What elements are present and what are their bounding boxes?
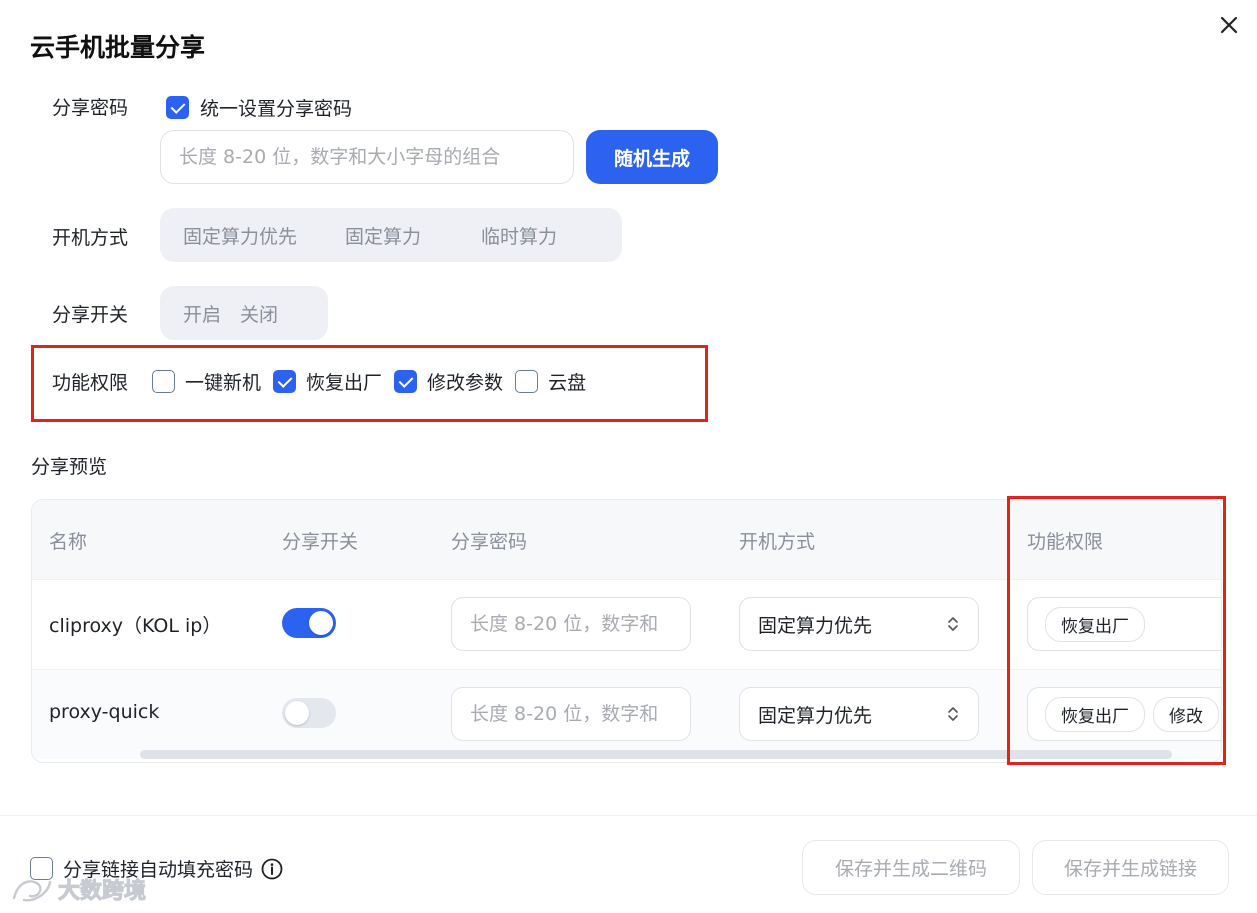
watermark: 大数跨境 [8,872,147,906]
row-name: cliproxy（KOL ip） [49,615,222,637]
random-generate-button[interactable]: 随机生成 [586,130,718,184]
unify-password-label: 统一设置分享密码 [200,98,353,120]
boot-mode-label: 开机方式 [52,227,129,249]
watermark-text: 大数跨境 [57,879,147,905]
permission-option-modify-params[interactable]: 修改参数 [394,368,503,395]
permission-option-label: 修改参数 [427,372,504,394]
watermark-logo-icon [12,880,52,902]
row-boot-mode-value: 固定算力优先 [758,704,873,727]
chevron-up-down-icon [948,707,958,721]
boot-mode-option[interactable]: 固定算力 [314,222,438,249]
permission-option-label: 云盘 [548,372,587,394]
boot-mode-segmented: 固定算力优先 固定算力 临时算力 [160,208,622,262]
save-generate-link-button[interactable]: 保存并生成链接 [1032,840,1229,895]
row-boot-mode-select[interactable]: 固定算力优先 [739,597,979,651]
share-toggle[interactable] [282,698,336,728]
footer-divider [0,815,1257,816]
permission-option-label: 一键新机 [185,372,262,394]
permission-checkbox[interactable] [273,370,297,393]
password-label: 分享密码 [52,97,129,119]
share-switch-option[interactable]: 开启 [166,300,238,327]
column-header-password: 分享密码 [451,531,528,553]
share-toggle[interactable] [282,608,336,638]
share-switch-option[interactable]: 关闭 [238,300,295,327]
permission-option-cloud-disk[interactable]: 云盘 [515,368,586,395]
unify-password-checkbox[interactable] [166,96,189,119]
close-button[interactable] [1216,12,1242,38]
unify-password-option[interactable]: 统一设置分享密码 [166,94,352,121]
column-header-share-switch: 分享开关 [282,531,359,553]
chevron-up-down-icon [948,617,958,631]
permission-checkbox[interactable] [515,370,539,393]
permissions-label: 功能权限 [52,372,129,394]
permission-option-factory-reset[interactable]: 恢复出厂 [273,368,382,395]
row-boot-mode-value: 固定算力优先 [758,614,873,637]
row-boot-mode-select[interactable]: 固定算力优先 [739,687,979,741]
row-name: proxy-quick [49,701,160,723]
permission-checkbox[interactable] [152,370,176,393]
preview-title: 分享预览 [31,456,108,478]
column-header-boot-mode: 开机方式 [739,531,816,553]
password-input[interactable] [160,130,574,184]
permissions-column-highlight-box [1007,496,1226,765]
permission-checkbox[interactable] [394,370,418,393]
permission-option-label: 恢复出厂 [306,372,383,394]
dialog-title: 云手机批量分享 [30,33,206,62]
column-header-name: 名称 [49,531,88,553]
share-switch-segmented: 开启 关闭 [160,286,328,340]
save-generate-qr-button[interactable]: 保存并生成二维码 [802,840,1020,895]
permission-option-new-device[interactable]: 一键新机 [152,368,261,395]
permissions-row: 功能权限 一键新机 恢复出厂 修改参数 云盘 [52,368,598,395]
boot-mode-option[interactable]: 固定算力优先 [166,222,314,249]
row-password-input[interactable] [451,597,691,651]
boot-mode-option[interactable]: 临时算力 [438,222,574,249]
row-password-input[interactable] [451,687,691,741]
close-icon [1220,16,1238,34]
share-switch-label: 分享开关 [52,304,129,326]
info-icon[interactable] [261,858,283,880]
